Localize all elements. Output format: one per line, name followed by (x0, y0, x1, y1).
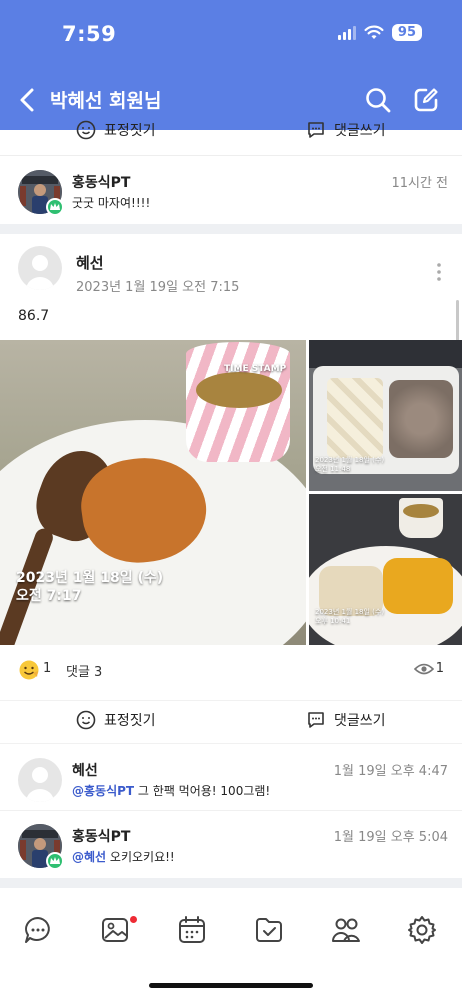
post-author-avatar[interactable] (18, 246, 62, 290)
comment-text: @혜선 오키오키요!! (72, 848, 175, 865)
mention[interactable]: @혜선 (72, 850, 106, 864)
checklist-icon[interactable] (253, 914, 285, 946)
view-count: 1 (435, 661, 444, 676)
page-title: 박혜선 회원님 (50, 90, 162, 112)
emoji-reaction-icon[interactable] (18, 659, 40, 681)
back-icon[interactable] (16, 86, 40, 114)
post-actions: 표정짓기 댓글쓰기 (0, 700, 462, 744)
avatar[interactable] (18, 758, 62, 802)
photo-timestamp: 2023년 1월 18일 (수) 오전 7:17 (16, 570, 164, 604)
chat-icon[interactable] (22, 914, 54, 946)
comment-bubble-icon (308, 712, 324, 728)
photo-timestamp: 2023년 1월 18일 (수) 오전 11:48 (315, 456, 385, 474)
comment-time: 1월 19일 오후 4:47 (333, 764, 448, 779)
timestamp-brand: TIME STAMP (224, 364, 287, 374)
post-author: 혜선 (76, 254, 104, 272)
write-comment-button[interactable]: 댓글쓰기 (306, 710, 386, 730)
bottom-tab-bar (0, 902, 462, 962)
photo-timestamp: 2023년 1월 18일 (수) 오후 10:41 (315, 608, 385, 626)
comment-item: 홍동식PT @혜선 오키오키요!! 1월 19일 오후 5:04 (0, 814, 462, 878)
more-options-icon[interactable] (436, 262, 442, 282)
post-body: 86.7 (18, 308, 50, 324)
comment-text: @홍동식PT 그 한팩 먹어용! 100그램! (72, 782, 270, 799)
status-indicators: 95 (337, 24, 422, 41)
comment-label: 댓글쓰기 (334, 713, 386, 729)
top-header: 7:59 95 박혜선 회원님 (0, 0, 462, 130)
search-icon[interactable] (364, 86, 392, 114)
photo-tofu[interactable]: 2023년 1월 18일 (수) 오전 11:48 (309, 340, 462, 491)
comment-text: 굿굿 마자여!!!! (72, 196, 151, 210)
settings-icon[interactable] (406, 914, 438, 946)
status-time: 7:59 (62, 22, 117, 46)
comment-count[interactable]: 댓글 3 (66, 661, 102, 680)
comment-body: 그 한팩 먹어용! 100그램! (134, 784, 271, 798)
section-divider (0, 878, 462, 888)
comment-author: 홍동식PT (72, 829, 131, 845)
scrollbar[interactable] (456, 300, 459, 342)
reaction-summary: 1 댓글 3 1 (0, 655, 462, 685)
battery-indicator: 95 (391, 24, 422, 41)
divider (0, 810, 462, 811)
comment-label: 댓글쓰기 (334, 123, 386, 139)
react-button[interactable]: 표정짓기 (76, 710, 156, 730)
post-date: 2023년 1월 19일 오전 7:15 (76, 280, 240, 295)
react-label: 표정짓기 (104, 123, 156, 139)
crown-badge-icon (46, 198, 64, 216)
comment-body: 오키오키요!! (106, 850, 175, 864)
comment-time: 11시간 전 (391, 176, 448, 191)
signal-icon (337, 25, 356, 40)
photo-rice-ball[interactable]: TIME STAMP 2023년 1월 18일 (수) 오전 7:17 (0, 340, 306, 645)
smile-icon (76, 710, 96, 730)
tea (196, 372, 282, 408)
comment-time: 1월 19일 오후 5:04 (333, 830, 448, 845)
comment-item: 홍동식PT 굿굿 마자여!!!! 11시간 전 (0, 160, 462, 224)
section-divider (0, 224, 462, 234)
comment-item: 혜선 @홍동식PT 그 한팩 먹어용! 100그램! 1월 19일 오후 4:4… (0, 748, 462, 812)
wifi-icon (364, 25, 384, 39)
gallery-icon[interactable] (99, 914, 131, 946)
members-icon[interactable] (330, 914, 362, 946)
notification-dot (130, 916, 137, 923)
photo-chicken-pumpkin[interactable]: 2023년 1월 18일 (수) 오후 10:41 (309, 494, 462, 645)
previous-post-actions: 표정짓기 댓글쓰기 (0, 118, 462, 156)
write-comment-button[interactable]: 댓글쓰기 (306, 120, 386, 140)
default-avatar-icon (26, 255, 54, 290)
react-label: 표정짓기 (104, 713, 156, 729)
smile-icon (76, 120, 96, 140)
default-avatar-icon (26, 767, 54, 802)
calendar-icon[interactable] (176, 914, 208, 946)
home-indicator[interactable] (149, 983, 313, 988)
compose-icon[interactable] (412, 86, 440, 114)
comment-author: 홍동식PT (72, 175, 131, 191)
reaction-count: 1 (43, 661, 52, 676)
eye-icon (414, 663, 434, 675)
react-button[interactable]: 표정짓기 (76, 120, 156, 140)
crown-badge-icon (46, 852, 64, 870)
comment-author: 혜선 (72, 763, 98, 779)
mention[interactable]: @홍동식PT (72, 784, 134, 798)
nav-bar: 박혜선 회원님 (0, 80, 462, 120)
comment-bubble-icon (308, 122, 324, 138)
app-screen: 7:59 95 박혜선 회원님 표정짓기 댓글쓰기 홍동식PT 굿굿 마자여!!… (0, 0, 462, 1000)
